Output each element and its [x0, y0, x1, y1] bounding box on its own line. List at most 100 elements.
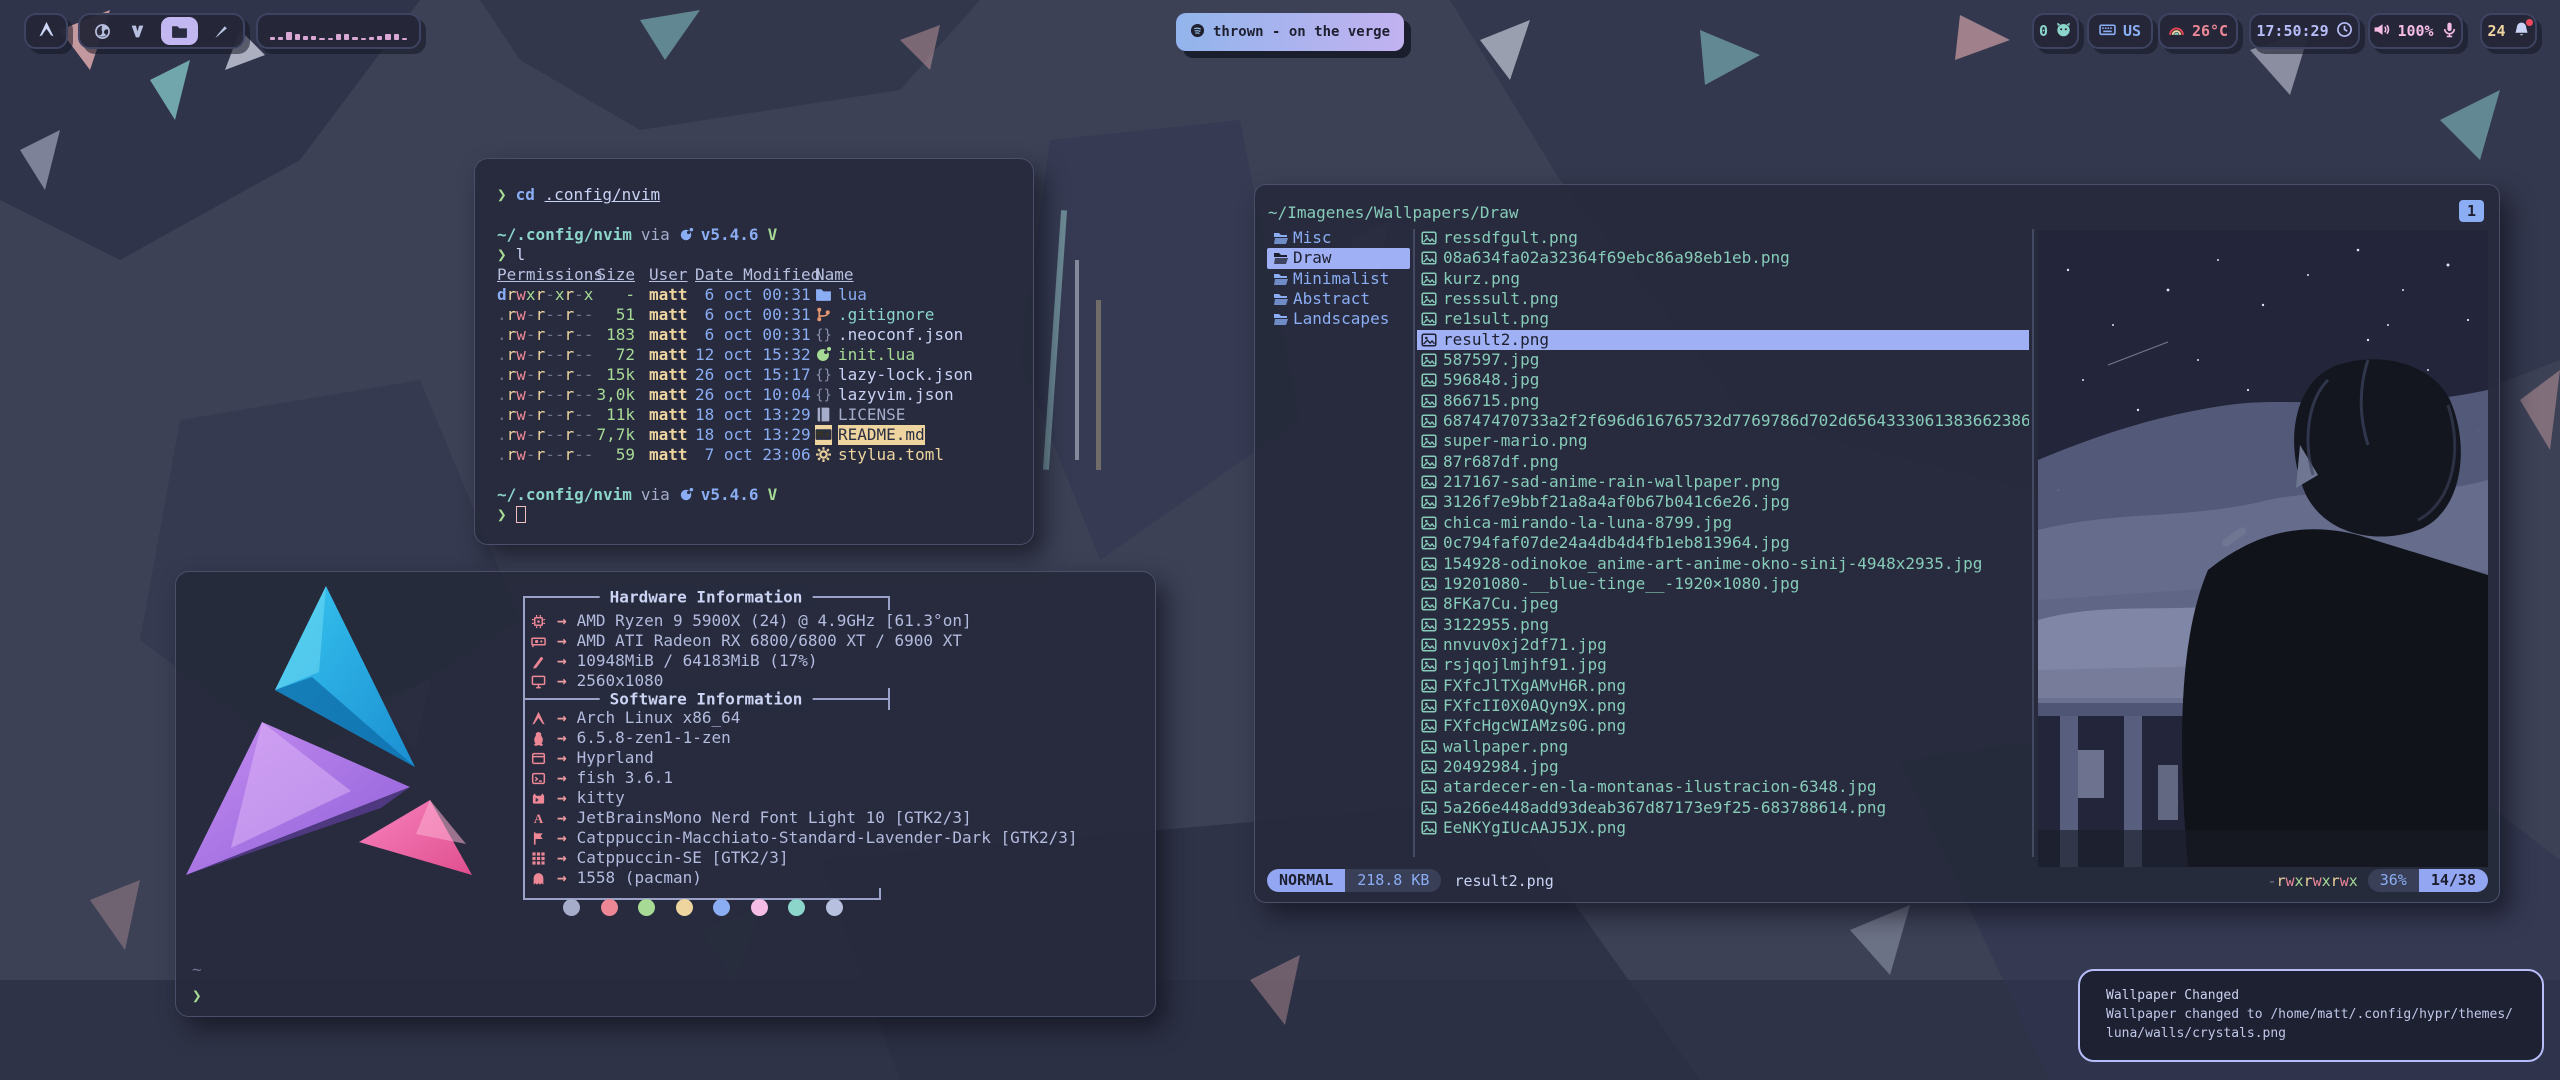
file-list-item[interactable]: FXfcJlTXgAMvH6R.png [1417, 676, 2029, 696]
vim-icon[interactable] [125, 23, 150, 40]
file-list-item[interactable]: EeNKYgIUcAAJ5JX.png [1417, 818, 2029, 838]
cava-bar [344, 34, 349, 40]
file-list-item[interactable]: ressdfgult.png [1417, 228, 2029, 248]
folder-open-icon [1273, 248, 1289, 268]
listing-header: Permissions Size User Date Modified Name [497, 265, 1023, 285]
listing-row: .rw-r--r-- 59 matt 7 oct 23:06 stylua.to… [497, 445, 1023, 465]
window-icon [531, 748, 557, 768]
arrow-icon: → [557, 768, 567, 788]
terminal-prompt-line[interactable]: ❯ [497, 505, 1023, 525]
file-list-item[interactable]: 20492984.jpg [1417, 757, 2029, 777]
file-list-item[interactable]: 87r687df.png [1417, 452, 2029, 472]
audio-module[interactable]: 100% [2368, 13, 2463, 49]
file-list-item[interactable]: 217167-sad-anime-rain-wallpaper.png [1417, 472, 2029, 492]
file-list-item[interactable]: result2.png [1417, 330, 2029, 350]
mic-icon [2441, 21, 2458, 42]
arrow-icon: → [557, 748, 567, 768]
image-file-icon [1421, 391, 1437, 411]
sidebar-folder-item[interactable]: Minimalist [1267, 269, 1410, 289]
file-list-item[interactable]: 08a634fa02a32364f69ebc86a98eb1eb.png [1417, 248, 2029, 268]
github-module[interactable]: 0 [2032, 13, 2079, 49]
info-row: → AMD ATI Radeon RX 6800/6800 XT / 6900 … [531, 631, 1171, 651]
file-list-item[interactable]: 68747470733a2f2f696d616765732d7769786d70… [1417, 411, 2029, 431]
file-list-item[interactable]: 0c794faf07de24a4db4d4fb1eb813964.jpg [1417, 533, 2029, 553]
file-list-item[interactable]: rsjqojlmjhf91.jpg [1417, 655, 2029, 675]
terminal-command-line: ❯ l [497, 245, 1023, 265]
box-left [523, 596, 525, 900]
file-list-item[interactable]: super-mario.png [1417, 431, 2029, 451]
image-file-icon [1421, 757, 1437, 777]
sidebar-folder-item[interactable]: Abstract [1267, 289, 1410, 309]
arrow-icon: → [557, 788, 567, 808]
image-file-icon [1421, 350, 1437, 370]
md-icon [815, 425, 832, 444]
shell-icon [531, 768, 557, 788]
image-file-icon [1421, 269, 1437, 289]
sidebar-folder-item[interactable]: Misc [1267, 228, 1410, 248]
notification-toast[interactable]: Wallpaper Changed Wallpaper changed to /… [2078, 969, 2544, 1062]
fetch-prompt-symbol[interactable]: ❯ [192, 986, 202, 1005]
file-list-item[interactable]: wallpaper.png [1417, 737, 2029, 757]
arrow-icon: → [557, 671, 567, 691]
terminal-window[interactable]: ❯ cd .config/nvim ~/.config/nvim via v5.… [474, 158, 1034, 545]
info-row: → 1558 (pacman) [531, 868, 1171, 888]
file-list-item[interactable]: 3122955.png [1417, 615, 2029, 635]
file-list-item[interactable]: 596848.jpg [1417, 370, 2029, 390]
github-count: 0 [2039, 22, 2048, 40]
clock-label: 17:50:29 [2256, 22, 2328, 40]
image-preview [2038, 230, 2488, 867]
image-file-icon [1421, 615, 1437, 635]
file-list-item[interactable]: 866715.png [1417, 391, 2029, 411]
file-list-item[interactable]: 5a266e448add93deab367d87173e9f25-6837886… [1417, 798, 2029, 818]
file-list-item[interactable]: resssult.png [1417, 289, 2029, 309]
palette-dot [563, 899, 580, 916]
cava-bar [319, 38, 324, 40]
image-file-icon [1421, 655, 1437, 675]
file-list-item[interactable]: 8FKa7Cu.jpeg [1417, 594, 2029, 614]
cava-bar [402, 38, 407, 40]
arch-logo-icon [38, 21, 55, 42]
cava-bar [369, 37, 374, 40]
info-row: → Catppuccin-SE [GTK2/3] [531, 848, 1171, 868]
vim-glyph: V [768, 225, 778, 245]
file-list-item[interactable]: atardecer-en-la-montanas-ilustracion-634… [1417, 777, 2029, 797]
cava-bar [361, 38, 366, 40]
cava-bar [278, 37, 283, 40]
keyboard-layout-module[interactable]: US [2087, 13, 2153, 49]
scroll-percent-badge: 36% [2368, 869, 2419, 892]
info-row: → 6.5.8-zen1-1-zen [531, 728, 1171, 748]
file-list-item[interactable]: nnvuv0xj2df71.jpg [1417, 635, 2029, 655]
gear-icon [815, 445, 832, 464]
file-list-item[interactable]: 3126f7e9bbf21a8a4af0b67b041c6e26.jpg [1417, 492, 2029, 512]
active-window-title[interactable]: thrown - on the verge [1176, 13, 1404, 51]
sidebar-folder-item[interactable]: Landscapes [1267, 309, 1410, 329]
tab-badge[interactable]: 1 [2459, 200, 2484, 222]
brush-icon[interactable] [208, 23, 233, 40]
firefox-icon[interactable] [90, 23, 115, 40]
launcher-button[interactable] [24, 13, 68, 49]
image-file-icon [1421, 228, 1437, 248]
folder-open-icon [1273, 309, 1289, 329]
info-row: → Catppuccin-Macchiato-Standard-Lavender… [531, 828, 1171, 848]
notifications-module[interactable]: 24 [2480, 13, 2537, 49]
notification-title: Wallpaper Changed [2106, 986, 2516, 1005]
file-list-item[interactable]: 587597.jpg [1417, 350, 2029, 370]
weather-module[interactable]: 26°C [2158, 13, 2238, 49]
file-list-item[interactable]: FXfcHgcWIAMzs0G.png [1417, 716, 2029, 736]
file-manager-window[interactable]: ~/Imagenes/Wallpapers/Draw 1 Misc Draw M… [1254, 184, 2500, 903]
file-list-item[interactable]: 154928-odinokoe_anime-art-anime-okno-sin… [1417, 554, 2029, 574]
lua-icon [679, 225, 694, 245]
fetch-terminal-window[interactable]: Hardware Information Software Informatio… [175, 571, 1156, 1017]
file-list-item[interactable]: 19201080-__blue-tinge__-1920×1080.jpg [1417, 574, 2029, 594]
file-list: ressdfgult.png 08a634fa02a32364f69ebc86a… [1417, 228, 2029, 838]
file-list-item[interactable]: FXfcII0X0AQyn9X.png [1417, 696, 2029, 716]
file-list-item[interactable]: chica-mirando-la-luna-8799.jpg [1417, 513, 2029, 533]
media-icon [1190, 23, 1205, 42]
vim-glyph: V [768, 485, 778, 505]
cpu-icon [531, 611, 557, 631]
file-list-item[interactable]: re1sult.png [1417, 309, 2029, 329]
clock-module[interactable]: 17:50:29 [2249, 13, 2360, 49]
sidebar-folder-item[interactable]: Draw [1267, 248, 1410, 268]
file-list-item[interactable]: kurz.png [1417, 269, 2029, 289]
folder-icon[interactable] [161, 17, 198, 45]
